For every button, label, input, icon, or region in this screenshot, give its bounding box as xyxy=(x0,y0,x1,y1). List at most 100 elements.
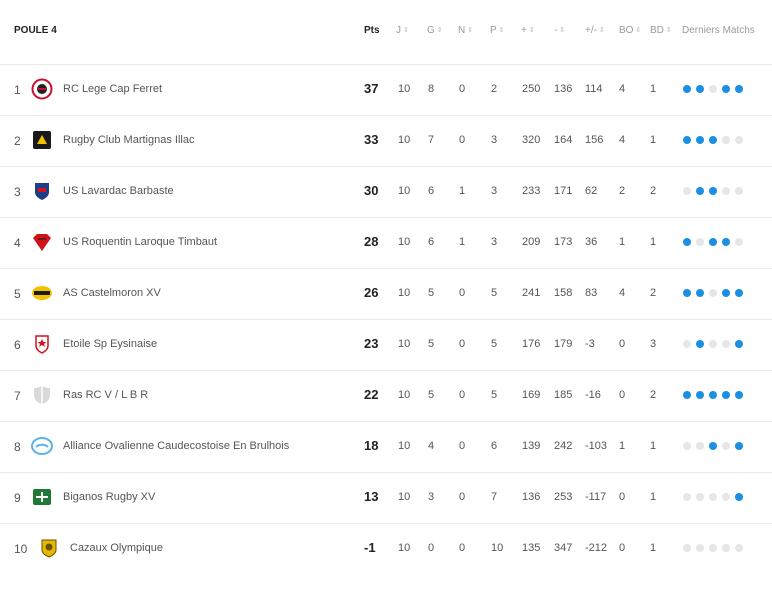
table-row[interactable]: 1 RC Lege Cap Ferret 37 10 8 0 2 250 136 114 4 1 xyxy=(0,65,772,116)
column-header-minus[interactable]: - ⇕ xyxy=(554,25,565,36)
match-win-dot[interactable] xyxy=(696,187,704,195)
match-win-dot[interactable] xyxy=(722,85,730,93)
match-other-dot[interactable] xyxy=(722,187,730,195)
table-row[interactable]: 4 US Roquentin Laroque Timbaut 28 10 6 1 3 209 1… xyxy=(0,218,772,269)
points-cell: 13 xyxy=(364,489,379,504)
match-other-dot[interactable] xyxy=(683,442,691,450)
column-header-plus[interactable]: + ⇕ xyxy=(521,25,535,36)
match-other-dot[interactable] xyxy=(722,493,730,501)
column-header-g[interactable]: G ⇕ xyxy=(427,25,443,36)
lavardac-logo-icon[interactable] xyxy=(31,180,53,202)
biganos-logo-icon[interactable] xyxy=(31,486,53,508)
martignas-logo-icon[interactable] xyxy=(31,129,53,151)
table-row[interactable]: 7 Ras RC V / L B R 22 10 5 0 5 169 185 -16 0 2 xyxy=(0,371,772,422)
match-win-dot[interactable] xyxy=(696,136,704,144)
eysinaise-logo-icon[interactable] xyxy=(31,333,53,355)
match-other-dot[interactable] xyxy=(696,544,704,552)
match-win-dot[interactable] xyxy=(722,238,730,246)
table-row[interactable]: 8 Alliance Ovalienne Caudecostoise En Bru… xyxy=(0,422,772,473)
match-other-dot[interactable] xyxy=(722,136,730,144)
match-other-dot[interactable] xyxy=(696,493,704,501)
match-win-dot[interactable] xyxy=(709,187,717,195)
match-other-dot[interactable] xyxy=(709,289,717,297)
match-other-dot[interactable] xyxy=(709,85,717,93)
column-header-p[interactable]: P ⇕ xyxy=(490,25,505,36)
column-header-pts[interactable]: Pts xyxy=(364,25,380,36)
lege-cap-ferret-logo-icon[interactable] xyxy=(31,78,53,100)
team-name-link[interactable]: Alliance Ovalienne Caudecostoise En Brul… xyxy=(63,440,289,452)
team-name-link[interactable]: Cazaux Olympique xyxy=(70,542,163,554)
diff-cell: 83 xyxy=(585,287,598,299)
match-win-dot[interactable] xyxy=(709,442,717,450)
alliance-ovalienne-logo-icon[interactable] xyxy=(31,435,53,457)
column-header-n[interactable]: N ⇕ xyxy=(458,25,473,36)
column-header-diff[interactable]: +/- ⇕ xyxy=(585,25,605,36)
n-cell: 0 xyxy=(459,389,466,401)
match-win-dot[interactable] xyxy=(709,238,717,246)
table-row[interactable]: 10 Cazaux Olympique -1 10 0 0 10 135 347 -212 0 1 xyxy=(0,524,772,574)
match-other-dot[interactable] xyxy=(683,187,691,195)
match-other-dot[interactable] xyxy=(722,544,730,552)
team-name-link[interactable]: Etoile Sp Eysinaise xyxy=(63,338,157,350)
team-name-link[interactable]: Biganos Rugby XV xyxy=(63,491,155,503)
match-other-dot[interactable] xyxy=(683,340,691,348)
sort-icon: ⇕ xyxy=(598,27,605,34)
j-cell: 10 xyxy=(398,185,411,197)
team-name-link[interactable]: US Lavardac Barbaste xyxy=(63,185,174,197)
match-win-dot[interactable] xyxy=(683,289,691,297)
default-shield-icon[interactable] xyxy=(31,384,53,406)
match-win-dot[interactable] xyxy=(683,136,691,144)
table-body: 1 RC Lege Cap Ferret 37 10 8 0 2 250 136 114 4 1 2 Ru… xyxy=(0,65,772,574)
match-win-dot[interactable] xyxy=(735,391,743,399)
team-name-link[interactable]: US Roquentin Laroque Timbaut xyxy=(63,236,217,248)
column-header-bd[interactable]: BD ⇕ xyxy=(650,25,672,36)
match-win-dot[interactable] xyxy=(735,85,743,93)
table-row[interactable]: 3 US Lavardac Barbaste 30 10 6 1 3 233 171 62 2 2 xyxy=(0,167,772,218)
table-row[interactable]: 5 AS Castelmoron XV 26 10 5 0 5 241 158 83 4 2 xyxy=(0,269,772,320)
match-win-dot[interactable] xyxy=(735,493,743,501)
match-other-dot[interactable] xyxy=(696,442,704,450)
match-win-dot[interactable] xyxy=(683,238,691,246)
j-cell: 10 xyxy=(398,236,411,248)
match-win-dot[interactable] xyxy=(722,391,730,399)
match-other-dot[interactable] xyxy=(709,340,717,348)
match-win-dot[interactable] xyxy=(696,85,704,93)
points-cell: 23 xyxy=(364,336,379,351)
match-other-dot[interactable] xyxy=(709,544,717,552)
match-other-dot[interactable] xyxy=(709,493,717,501)
n-cell: 0 xyxy=(459,287,466,299)
table-row[interactable]: 6 Etoile Sp Eysinaise 23 10 5 0 5 176 179 -3 0 3 xyxy=(0,320,772,371)
match-other-dot[interactable] xyxy=(722,340,730,348)
table-row[interactable]: 2 Rugby Club Martignas Illac 33 10 7 0 3 320 164… xyxy=(0,116,772,167)
match-win-dot[interactable] xyxy=(735,442,743,450)
match-win-dot[interactable] xyxy=(696,391,704,399)
roquentin-logo-icon[interactable] xyxy=(31,231,53,253)
match-win-dot[interactable] xyxy=(722,289,730,297)
team-name-link[interactable]: RC Lege Cap Ferret xyxy=(63,83,162,95)
match-win-dot[interactable] xyxy=(683,85,691,93)
match-win-dot[interactable] xyxy=(735,340,743,348)
column-header-j[interactable]: J ⇕ xyxy=(396,25,409,36)
team-name-link[interactable]: Ras RC V / L B R xyxy=(63,389,148,401)
match-win-dot[interactable] xyxy=(696,340,704,348)
match-other-dot[interactable] xyxy=(735,544,743,552)
match-other-dot[interactable] xyxy=(696,238,704,246)
match-win-dot[interactable] xyxy=(709,136,717,144)
match-win-dot[interactable] xyxy=(696,289,704,297)
match-other-dot[interactable] xyxy=(735,136,743,144)
cazaux-logo-icon[interactable] xyxy=(38,537,60,559)
match-win-dot[interactable] xyxy=(735,289,743,297)
team-name-link[interactable]: Rugby Club Martignas Illac xyxy=(63,134,194,146)
diff-cell: 114 xyxy=(585,83,603,95)
table-row[interactable]: 9 Biganos Rugby XV 13 10 3 0 7 136 253 -117 0 1 xyxy=(0,473,772,524)
column-header-bo[interactable]: BO ⇕ xyxy=(619,25,641,36)
match-other-dot[interactable] xyxy=(722,442,730,450)
match-other-dot[interactable] xyxy=(735,238,743,246)
match-other-dot[interactable] xyxy=(735,187,743,195)
castelmoron-logo-icon[interactable] xyxy=(31,282,53,304)
team-name-link[interactable]: AS Castelmoron XV xyxy=(63,287,161,299)
match-win-dot[interactable] xyxy=(683,391,691,399)
match-win-dot[interactable] xyxy=(709,391,717,399)
match-other-dot[interactable] xyxy=(683,493,691,501)
match-other-dot[interactable] xyxy=(683,544,691,552)
